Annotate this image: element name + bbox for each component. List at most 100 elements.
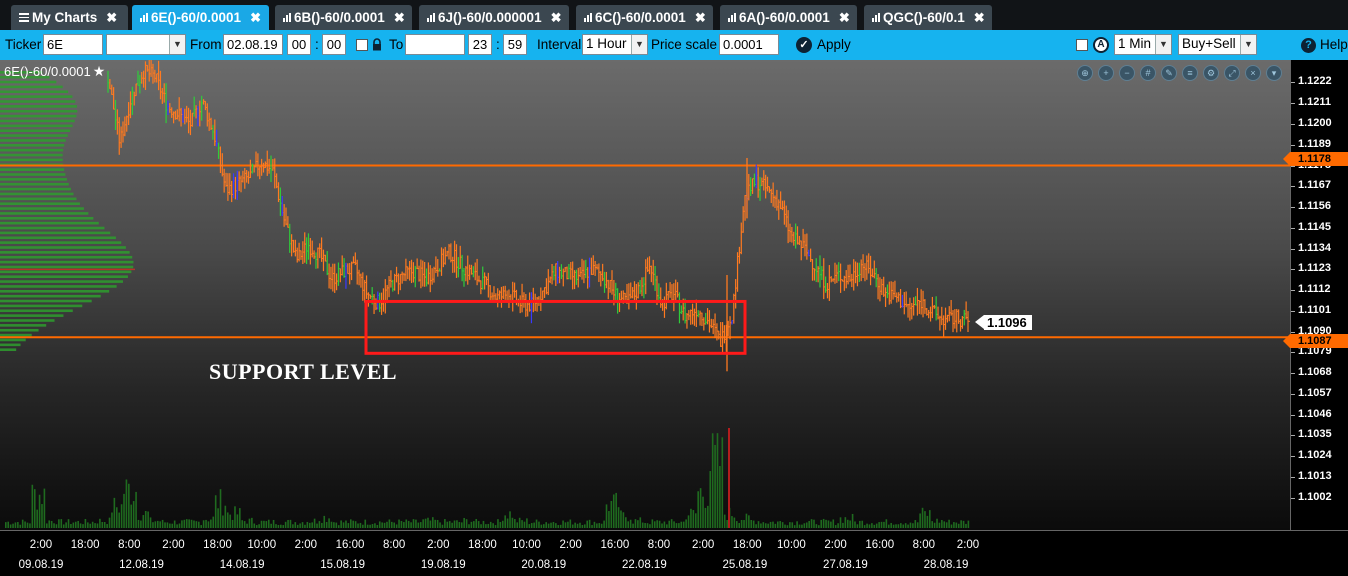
zoom-fit-icon[interactable]: ⊕ [1077, 65, 1093, 81]
lock-icon[interactable] [372, 38, 382, 51]
price-scale-input[interactable] [719, 34, 779, 55]
tab-label: 6B()-60/0.0001 [294, 10, 385, 25]
auto-icon[interactable]: A [1093, 37, 1109, 53]
from-date-input[interactable] [223, 34, 283, 55]
volume-profile-bar [0, 338, 26, 342]
volume-profile-bar [0, 221, 99, 225]
volume-profile-bar [0, 90, 69, 94]
tab-6e[interactable]: 6E()-60/0.0001 ✖ [132, 5, 269, 30]
interval-select[interactable]: 1 Hour ▼ [582, 34, 648, 55]
tab-label: 6A()-60/0.0001 [739, 10, 830, 25]
price-tick-label: 1.1123 [1298, 262, 1332, 275]
volume-bar [868, 524, 871, 528]
volume-bar [748, 515, 750, 528]
tab-qgc[interactable]: QGC()-60/0.1 ✖ [864, 5, 992, 30]
volume-bar [731, 516, 733, 528]
time-axis[interactable]: 2:00 18:00 8:00 2:00 18:00 10:00 2:00 16:00 8:00… [0, 530, 1348, 576]
zoom-out-icon[interactable]: − [1119, 65, 1135, 81]
volume-bar [60, 519, 63, 528]
price-tick-mark [1291, 248, 1295, 250]
volume-bar [897, 524, 900, 528]
ticker-select[interactable]: ▼ [106, 34, 186, 55]
volume-profile-bar [0, 255, 133, 259]
close-icon[interactable]: ✖ [551, 10, 562, 26]
volume-bar [272, 519, 275, 528]
to-enable-checkbox[interactable] [356, 39, 368, 51]
to-minute-input[interactable] [503, 34, 527, 55]
to-date-input[interactable] [405, 34, 465, 55]
volume-bar [772, 521, 774, 528]
volume-bar [342, 522, 345, 528]
time-tick-label: 2:00 [691, 539, 715, 551]
tab-6b[interactable]: 6B()-60/0.0001 ✖ [275, 5, 412, 30]
volume-bar [723, 514, 726, 528]
volume-bar [533, 522, 535, 528]
volume-bar [786, 525, 789, 528]
volume-bar [400, 521, 403, 528]
side-value: Buy+Sell [1182, 36, 1236, 51]
from-hour-input[interactable] [287, 34, 311, 55]
close-icon[interactable]: × [1245, 65, 1261, 81]
collapse-icon[interactable]: ▾ [1266, 65, 1282, 81]
volume-bar [682, 521, 685, 528]
close-icon[interactable]: ✖ [106, 10, 117, 26]
time-tick-label: 16:00 [335, 539, 365, 551]
volume-bar [417, 522, 420, 528]
volume-bar [217, 508, 219, 528]
expand-icon[interactable]: ⤢ [1224, 65, 1240, 81]
volume-bar [521, 520, 523, 528]
volume-bar [323, 515, 326, 528]
tab-label: 6C()-60/0.0001 [595, 10, 686, 25]
close-icon[interactable]: ✖ [250, 10, 261, 26]
close-icon[interactable]: ✖ [394, 10, 405, 26]
volume-bar [453, 520, 456, 528]
volume-bar [403, 522, 405, 528]
side-select[interactable]: Buy+Sell ▼ [1178, 34, 1257, 55]
time-tick-label: 2:00 [559, 539, 582, 551]
menu-icon [19, 13, 29, 22]
volume-profile-bar [0, 324, 47, 327]
volume-bar [716, 433, 719, 528]
volume-bar [762, 522, 765, 528]
to-hour-input[interactable] [468, 34, 492, 55]
price-axis[interactable]: 1.12221.12111.12001.11891.11781.11671.11… [1290, 60, 1348, 530]
price-tick-mark [1291, 373, 1295, 375]
apply-button[interactable]: ✓ Apply [796, 30, 856, 60]
option-checkbox[interactable] [1076, 39, 1088, 51]
settings-icon[interactable]: ⚙ [1203, 65, 1219, 81]
tab-6c[interactable]: 6C()-60/0.0001 ✖ [576, 5, 713, 30]
draw-icon[interactable]: ✎ [1161, 65, 1177, 81]
volume-bar [649, 524, 651, 528]
volume-bar [634, 519, 637, 528]
star-icon[interactable]: ★ [93, 63, 106, 79]
close-icon[interactable]: ✖ [839, 10, 850, 26]
help-button[interactable]: ? Help [1301, 30, 1348, 60]
volume-bar [518, 517, 521, 528]
volume-bar [65, 522, 67, 528]
tab-my-charts[interactable]: My Charts ✖ [11, 5, 128, 30]
volume-profile-bar [0, 105, 77, 108]
grid-icon[interactable]: # [1140, 65, 1156, 81]
zoom-in-icon[interactable]: + [1098, 65, 1114, 81]
volume-bar [501, 520, 504, 528]
tab-6j[interactable]: 6J()-60/0.000001 ✖ [419, 5, 569, 30]
volume-bar [460, 522, 463, 528]
indicators-icon[interactable]: ≡ [1182, 65, 1198, 81]
volume-bar [53, 523, 55, 528]
tab-6a[interactable]: 6A()-60/0.0001 ✖ [720, 5, 857, 30]
price-chart[interactable] [0, 60, 1290, 530]
volume-bar [912, 523, 914, 528]
close-icon[interactable]: ✖ [974, 10, 985, 26]
help-icon: ? [1301, 38, 1316, 53]
chart-title: 6E()-60/0.0001 ★ [4, 63, 105, 80]
chevron-down-icon: ▼ [1240, 35, 1256, 54]
from-minute-input[interactable] [322, 34, 346, 55]
close-icon[interactable]: ✖ [695, 10, 706, 26]
ticker-input[interactable] [43, 34, 103, 55]
volume-bar [243, 521, 246, 528]
volume-bar [366, 524, 369, 528]
bar-chart-icon [872, 13, 880, 22]
timeframe-select[interactable]: 1 Min ▼ [1114, 34, 1172, 55]
volume-bar [707, 505, 709, 528]
volume-bar [622, 512, 625, 528]
